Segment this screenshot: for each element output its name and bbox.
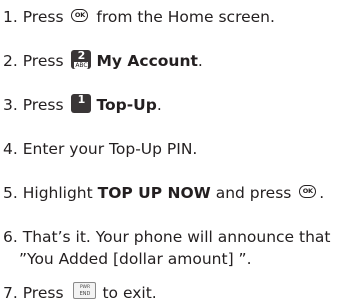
step-number: 7. bbox=[3, 284, 18, 302]
step-number: 5. bbox=[3, 184, 18, 202]
step-number: 2. bbox=[3, 52, 18, 70]
step-6: 6. That’s it. Your phone will announce t… bbox=[3, 228, 330, 246]
end-key-icon: PWR END bbox=[73, 282, 97, 299]
step-1: 1. Press OK from the Home screen. bbox=[3, 8, 275, 26]
ok-key-icon: OK bbox=[71, 9, 89, 22]
step-number: 6. bbox=[3, 228, 18, 246]
step-text: Press bbox=[22, 52, 64, 70]
step-text: to exit. bbox=[102, 284, 157, 302]
step-number: 3. bbox=[3, 96, 18, 114]
step-7: 7. Press PWR END to exit. bbox=[3, 282, 157, 302]
instruction-steps: 1. Press OK from the Home screen. 2. Pre… bbox=[0, 0, 362, 305]
menu-name: Top-Up bbox=[96, 96, 157, 114]
step-text: and press bbox=[215, 184, 292, 202]
step-number: 4. bbox=[3, 140, 18, 158]
key-2-icon: 2 ABC bbox=[71, 50, 92, 69]
step-text: Press bbox=[22, 96, 64, 114]
step-4: 4. Enter your Top-Up PIN. bbox=[3, 140, 197, 158]
step-text: Highlight bbox=[22, 184, 93, 202]
step-number: 1. bbox=[3, 8, 18, 26]
menu-name: My Account bbox=[96, 52, 198, 70]
step-text: Press bbox=[22, 284, 64, 302]
step-2: 2. Press 2 ABC My Account. bbox=[3, 50, 203, 70]
menu-option: TOP UP NOW bbox=[97, 184, 211, 202]
step-text: from the Home screen. bbox=[96, 8, 275, 26]
step-text: Enter your Top-Up PIN. bbox=[22, 140, 198, 158]
step-3: 3. Press 1 Top-Up. bbox=[3, 94, 162, 114]
step-text: That’s it. Your phone will announce that bbox=[22, 228, 331, 246]
step-text: Press bbox=[22, 8, 64, 26]
ok-key-icon: OK bbox=[299, 185, 317, 198]
key-1-icon: 1 bbox=[71, 94, 92, 113]
step-5: 5. Highlight TOP UP NOW and press OK. bbox=[3, 184, 325, 202]
step-6-continuation: ”You Added [dollar amount] ”. bbox=[19, 250, 252, 268]
